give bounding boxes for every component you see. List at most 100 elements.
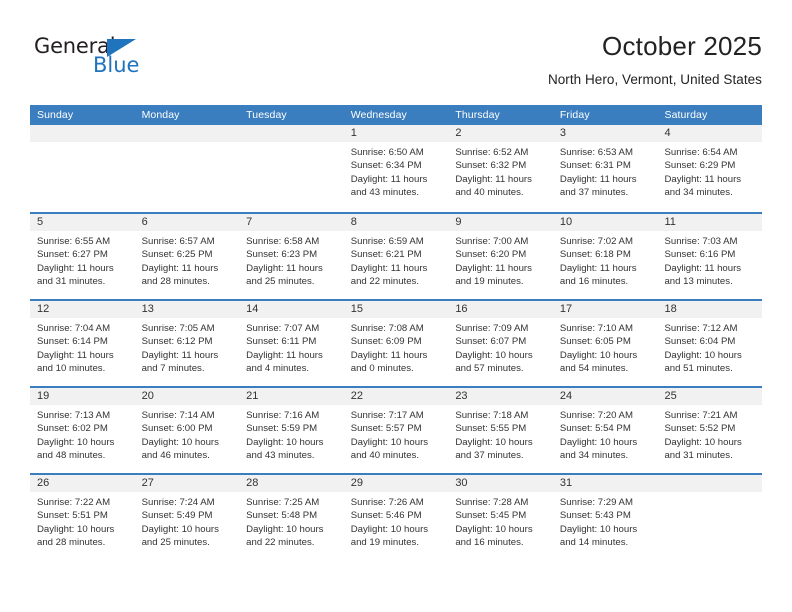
day-cell[interactable]: 6 Sunrise: 6:57 AM Sunset: 6:25 PM Daylight… xyxy=(134,214,240,299)
day-details: Sunrise: 7:24 AM Sunset: 5:49 PM Daylight:… xyxy=(135,492,240,550)
day-number: 23 xyxy=(448,388,553,405)
page-header: General Blue October 2025 North Hero, Ve… xyxy=(30,30,762,98)
day-cell[interactable]: 26 Sunrise: 7:22 AM Sunset: 5:51 PM Dayligh… xyxy=(30,475,135,560)
calendar-week-row: 19 Sunrise: 7:13 AM Sunset: 6:02 PM Dayligh… xyxy=(30,386,763,473)
day-cell[interactable]: 20 Sunrise: 7:14 AM Sunset: 6:00 PM Dayligh… xyxy=(134,388,240,473)
day-details: Sunrise: 7:12 AM Sunset: 6:04 PM Daylight:… xyxy=(657,318,762,376)
day-cell[interactable]: 12 Sunrise: 7:04 AM Sunset: 6:14 PM Dayligh… xyxy=(30,301,135,386)
day-number: 6 xyxy=(134,214,240,231)
daylight-text: Daylight: 11 hours and 34 minutes. xyxy=(664,173,742,199)
sunset-text: Sunset: 5:57 PM xyxy=(350,423,422,435)
sunset-text: Sunset: 6:11 PM xyxy=(246,336,317,348)
calendar-week-row: 1 Sunrise: 6:50 AM Sunset: 6:34 PM Daylight… xyxy=(30,125,763,212)
day-cell[interactable]: 16 Sunrise: 7:09 AM Sunset: 6:07 PM Dayligh… xyxy=(448,301,553,386)
day-details: Sunrise: 7:07 AM Sunset: 6:11 PM Daylight:… xyxy=(239,318,344,376)
day-cell[interactable]: 8 Sunrise: 6:59 AM Sunset: 6:21 PM Daylight… xyxy=(343,214,449,299)
day-details: Sunrise: 7:18 AM Sunset: 5:55 PM Daylight:… xyxy=(448,405,553,463)
day-number: 31 xyxy=(552,475,658,492)
sunset-text: Sunset: 6:32 PM xyxy=(455,160,527,172)
sunset-text: Sunset: 5:46 PM xyxy=(350,510,422,522)
day-details: Sunrise: 6:58 AM Sunset: 6:23 PM Daylight:… xyxy=(239,231,344,289)
day-cell[interactable]: 31 Sunrise: 7:29 AM Sunset: 5:43 PM Dayligh… xyxy=(552,475,658,560)
day-cell[interactable]: 21 Sunrise: 7:16 AM Sunset: 5:59 PM Dayligh… xyxy=(239,388,344,473)
day-number: 9 xyxy=(448,214,553,231)
sunrise-text: Sunrise: 7:08 AM xyxy=(350,323,424,334)
day-details: Sunrise: 6:50 AM Sunset: 6:34 PM Daylight:… xyxy=(344,142,449,200)
day-cell[interactable]: 7 Sunrise: 6:58 AM Sunset: 6:23 PM Daylight… xyxy=(239,214,344,299)
sunset-text: Sunset: 5:48 PM xyxy=(246,510,318,522)
weekday-header-sunday: Sunday xyxy=(37,109,74,121)
daylight-text: Daylight: 10 hours and 57 minutes. xyxy=(455,349,533,375)
sunrise-text: Sunrise: 7:13 AM xyxy=(37,410,111,421)
day-cell[interactable]: 17 Sunrise: 7:10 AM Sunset: 6:05 PM Dayligh… xyxy=(552,301,658,386)
day-cell[interactable]: 4 Sunrise: 6:54 AM Sunset: 6:29 PM Daylight… xyxy=(657,125,763,212)
day-number: 27 xyxy=(134,475,240,492)
day-number: 22 xyxy=(343,388,449,405)
day-cell-empty xyxy=(30,125,135,212)
daylight-text: Daylight: 10 hours and 28 minutes. xyxy=(37,523,115,549)
daylight-text: Daylight: 10 hours and 19 minutes. xyxy=(350,523,429,549)
sunrise-text: Sunrise: 6:59 AM xyxy=(350,236,424,247)
day-details: Sunrise: 7:25 AM Sunset: 5:48 PM Daylight:… xyxy=(239,492,344,550)
day-cell[interactable]: 5 Sunrise: 6:55 AM Sunset: 6:27 PM Daylight… xyxy=(30,214,135,299)
day-number: 13 xyxy=(134,301,240,318)
weekday-header-wednesday: Wednesday xyxy=(350,109,407,121)
day-details: Sunrise: 7:28 AM Sunset: 5:45 PM Daylight:… xyxy=(448,492,553,550)
sunset-text: Sunset: 5:49 PM xyxy=(141,510,213,522)
sunrise-text: Sunrise: 7:25 AM xyxy=(246,497,320,508)
day-cell[interactable]: 30 Sunrise: 7:28 AM Sunset: 5:45 PM Dayligh… xyxy=(448,475,553,560)
day-cell[interactable]: 2 Sunrise: 6:52 AM Sunset: 6:32 PM Daylight… xyxy=(448,125,553,212)
sunrise-text: Sunrise: 6:53 AM xyxy=(559,147,633,158)
sunrise-text: Sunrise: 7:07 AM xyxy=(246,323,320,334)
day-number: 1 xyxy=(343,125,449,142)
daylight-text: Daylight: 10 hours and 54 minutes. xyxy=(559,349,638,375)
day-number xyxy=(30,125,135,142)
sunrise-text: Sunrise: 7:00 AM xyxy=(455,236,529,247)
day-number: 19 xyxy=(30,388,135,405)
logo-general-blue[interactable]: General Blue xyxy=(34,34,194,88)
day-cell[interactable]: 1 Sunrise: 6:50 AM Sunset: 6:34 PM Daylight… xyxy=(343,125,449,212)
day-cell[interactable]: 27 Sunrise: 7:24 AM Sunset: 5:49 PM Dayligh… xyxy=(134,475,240,560)
sunrise-text: Sunrise: 7:28 AM xyxy=(455,497,529,508)
sunrise-text: Sunrise: 7:29 AM xyxy=(559,497,633,508)
day-cell[interactable]: 13 Sunrise: 7:05 AM Sunset: 6:12 PM Dayligh… xyxy=(134,301,240,386)
day-number: 5 xyxy=(30,214,135,231)
day-cell[interactable]: 10 Sunrise: 7:02 AM Sunset: 6:18 PM Dayligh… xyxy=(552,214,658,299)
sunrise-text: Sunrise: 6:58 AM xyxy=(246,236,320,247)
day-cell[interactable]: 19 Sunrise: 7:13 AM Sunset: 6:02 PM Dayligh… xyxy=(30,388,135,473)
daylight-text: Daylight: 11 hours and 19 minutes. xyxy=(455,262,532,288)
day-cell[interactable]: 3 Sunrise: 6:53 AM Sunset: 6:31 PM Daylight… xyxy=(552,125,658,212)
day-cell[interactable]: 23 Sunrise: 7:18 AM Sunset: 5:55 PM Dayligh… xyxy=(448,388,553,473)
sunrise-text: Sunrise: 7:05 AM xyxy=(141,323,215,334)
daylight-text: Daylight: 11 hours and 28 minutes. xyxy=(141,262,219,288)
sunset-text: Sunset: 6:14 PM xyxy=(37,336,108,348)
sunset-text: Sunset: 6:00 PM xyxy=(141,423,213,435)
day-details: Sunrise: 7:29 AM Sunset: 5:43 PM Daylight:… xyxy=(553,492,658,550)
daylight-text: Daylight: 11 hours and 0 minutes. xyxy=(350,349,428,375)
day-cell[interactable]: 24 Sunrise: 7:20 AM Sunset: 5:54 PM Dayligh… xyxy=(552,388,658,473)
weekday-header-row: Sunday Monday Tuesday Wednesday Thursday Frid… xyxy=(30,105,762,125)
day-number: 4 xyxy=(657,125,763,142)
day-cell[interactable]: 9 Sunrise: 7:00 AM Sunset: 6:20 PM Daylight… xyxy=(448,214,553,299)
calendar-page: General Blue October 2025 North Hero, Ve… xyxy=(0,0,792,612)
day-details: Sunrise: 6:53 AM Sunset: 6:31 PM Daylight:… xyxy=(553,142,658,200)
daylight-text: Daylight: 10 hours and 40 minutes. xyxy=(350,436,429,462)
day-number: 12 xyxy=(30,301,135,318)
day-number: 16 xyxy=(448,301,553,318)
sunset-text: Sunset: 5:59 PM xyxy=(246,423,318,435)
sunset-text: Sunset: 6:23 PM xyxy=(246,249,318,261)
day-details: Sunrise: 6:57 AM Sunset: 6:25 PM Daylight:… xyxy=(135,231,240,289)
day-cell[interactable]: 22 Sunrise: 7:17 AM Sunset: 5:57 PM Dayligh… xyxy=(343,388,449,473)
day-cell[interactable]: 25 Sunrise: 7:21 AM Sunset: 5:52 PM Dayligh… xyxy=(657,388,763,473)
sunset-text: Sunset: 6:02 PM xyxy=(37,423,108,435)
sunrise-text: Sunrise: 7:02 AM xyxy=(559,236,633,247)
day-cell[interactable]: 28 Sunrise: 7:25 AM Sunset: 5:48 PM Dayligh… xyxy=(239,475,344,560)
day-cell[interactable]: 29 Sunrise: 7:26 AM Sunset: 5:46 PM Dayligh… xyxy=(343,475,449,560)
day-number: 7 xyxy=(239,214,344,231)
day-details: Sunrise: 7:21 AM Sunset: 5:52 PM Daylight:… xyxy=(657,405,762,463)
day-cell[interactable]: 18 Sunrise: 7:12 AM Sunset: 6:04 PM Dayligh… xyxy=(657,301,763,386)
day-cell[interactable]: 15 Sunrise: 7:08 AM Sunset: 6:09 PM Dayligh… xyxy=(343,301,449,386)
day-cell[interactable]: 11 Sunrise: 7:03 AM Sunset: 6:16 PM Dayligh… xyxy=(657,214,763,299)
sunset-text: Sunset: 6:04 PM xyxy=(664,336,736,348)
day-cell[interactable]: 14 Sunrise: 7:07 AM Sunset: 6:11 PM Dayligh… xyxy=(239,301,344,386)
